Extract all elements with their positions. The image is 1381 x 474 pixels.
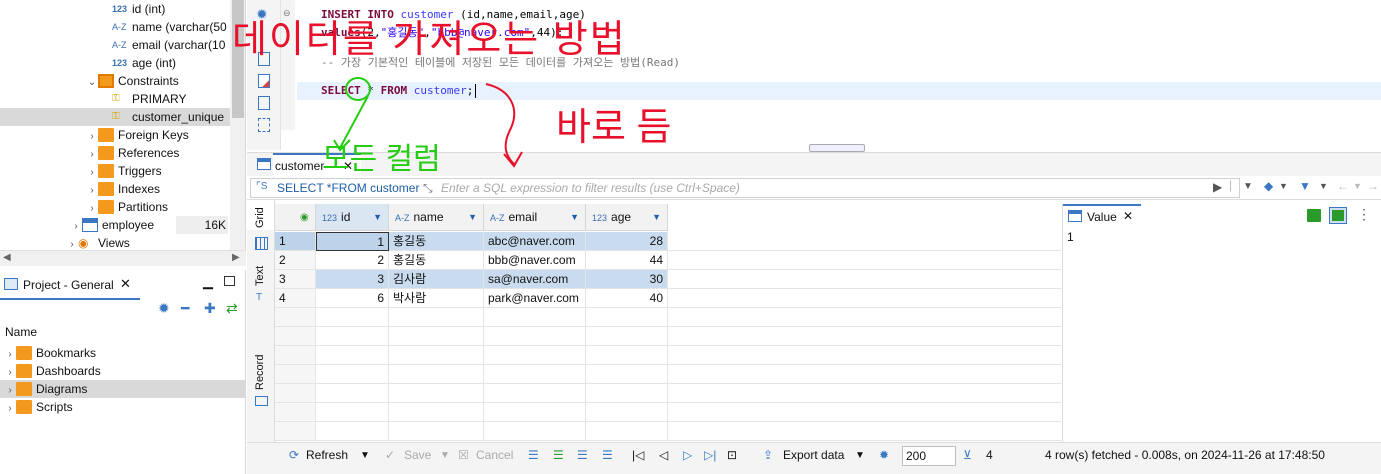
annotation-red-arrow: [485, 83, 515, 165]
annotation-red-top: 데이터를 가져오는 방법: [232, 19, 627, 61]
annotation-green: 모든 컬럼: [322, 143, 441, 176]
annotation-circle: [345, 77, 371, 101]
annotation-red-right: 바로 듬: [556, 107, 672, 149]
annotation-layer: [333, 77, 523, 168]
